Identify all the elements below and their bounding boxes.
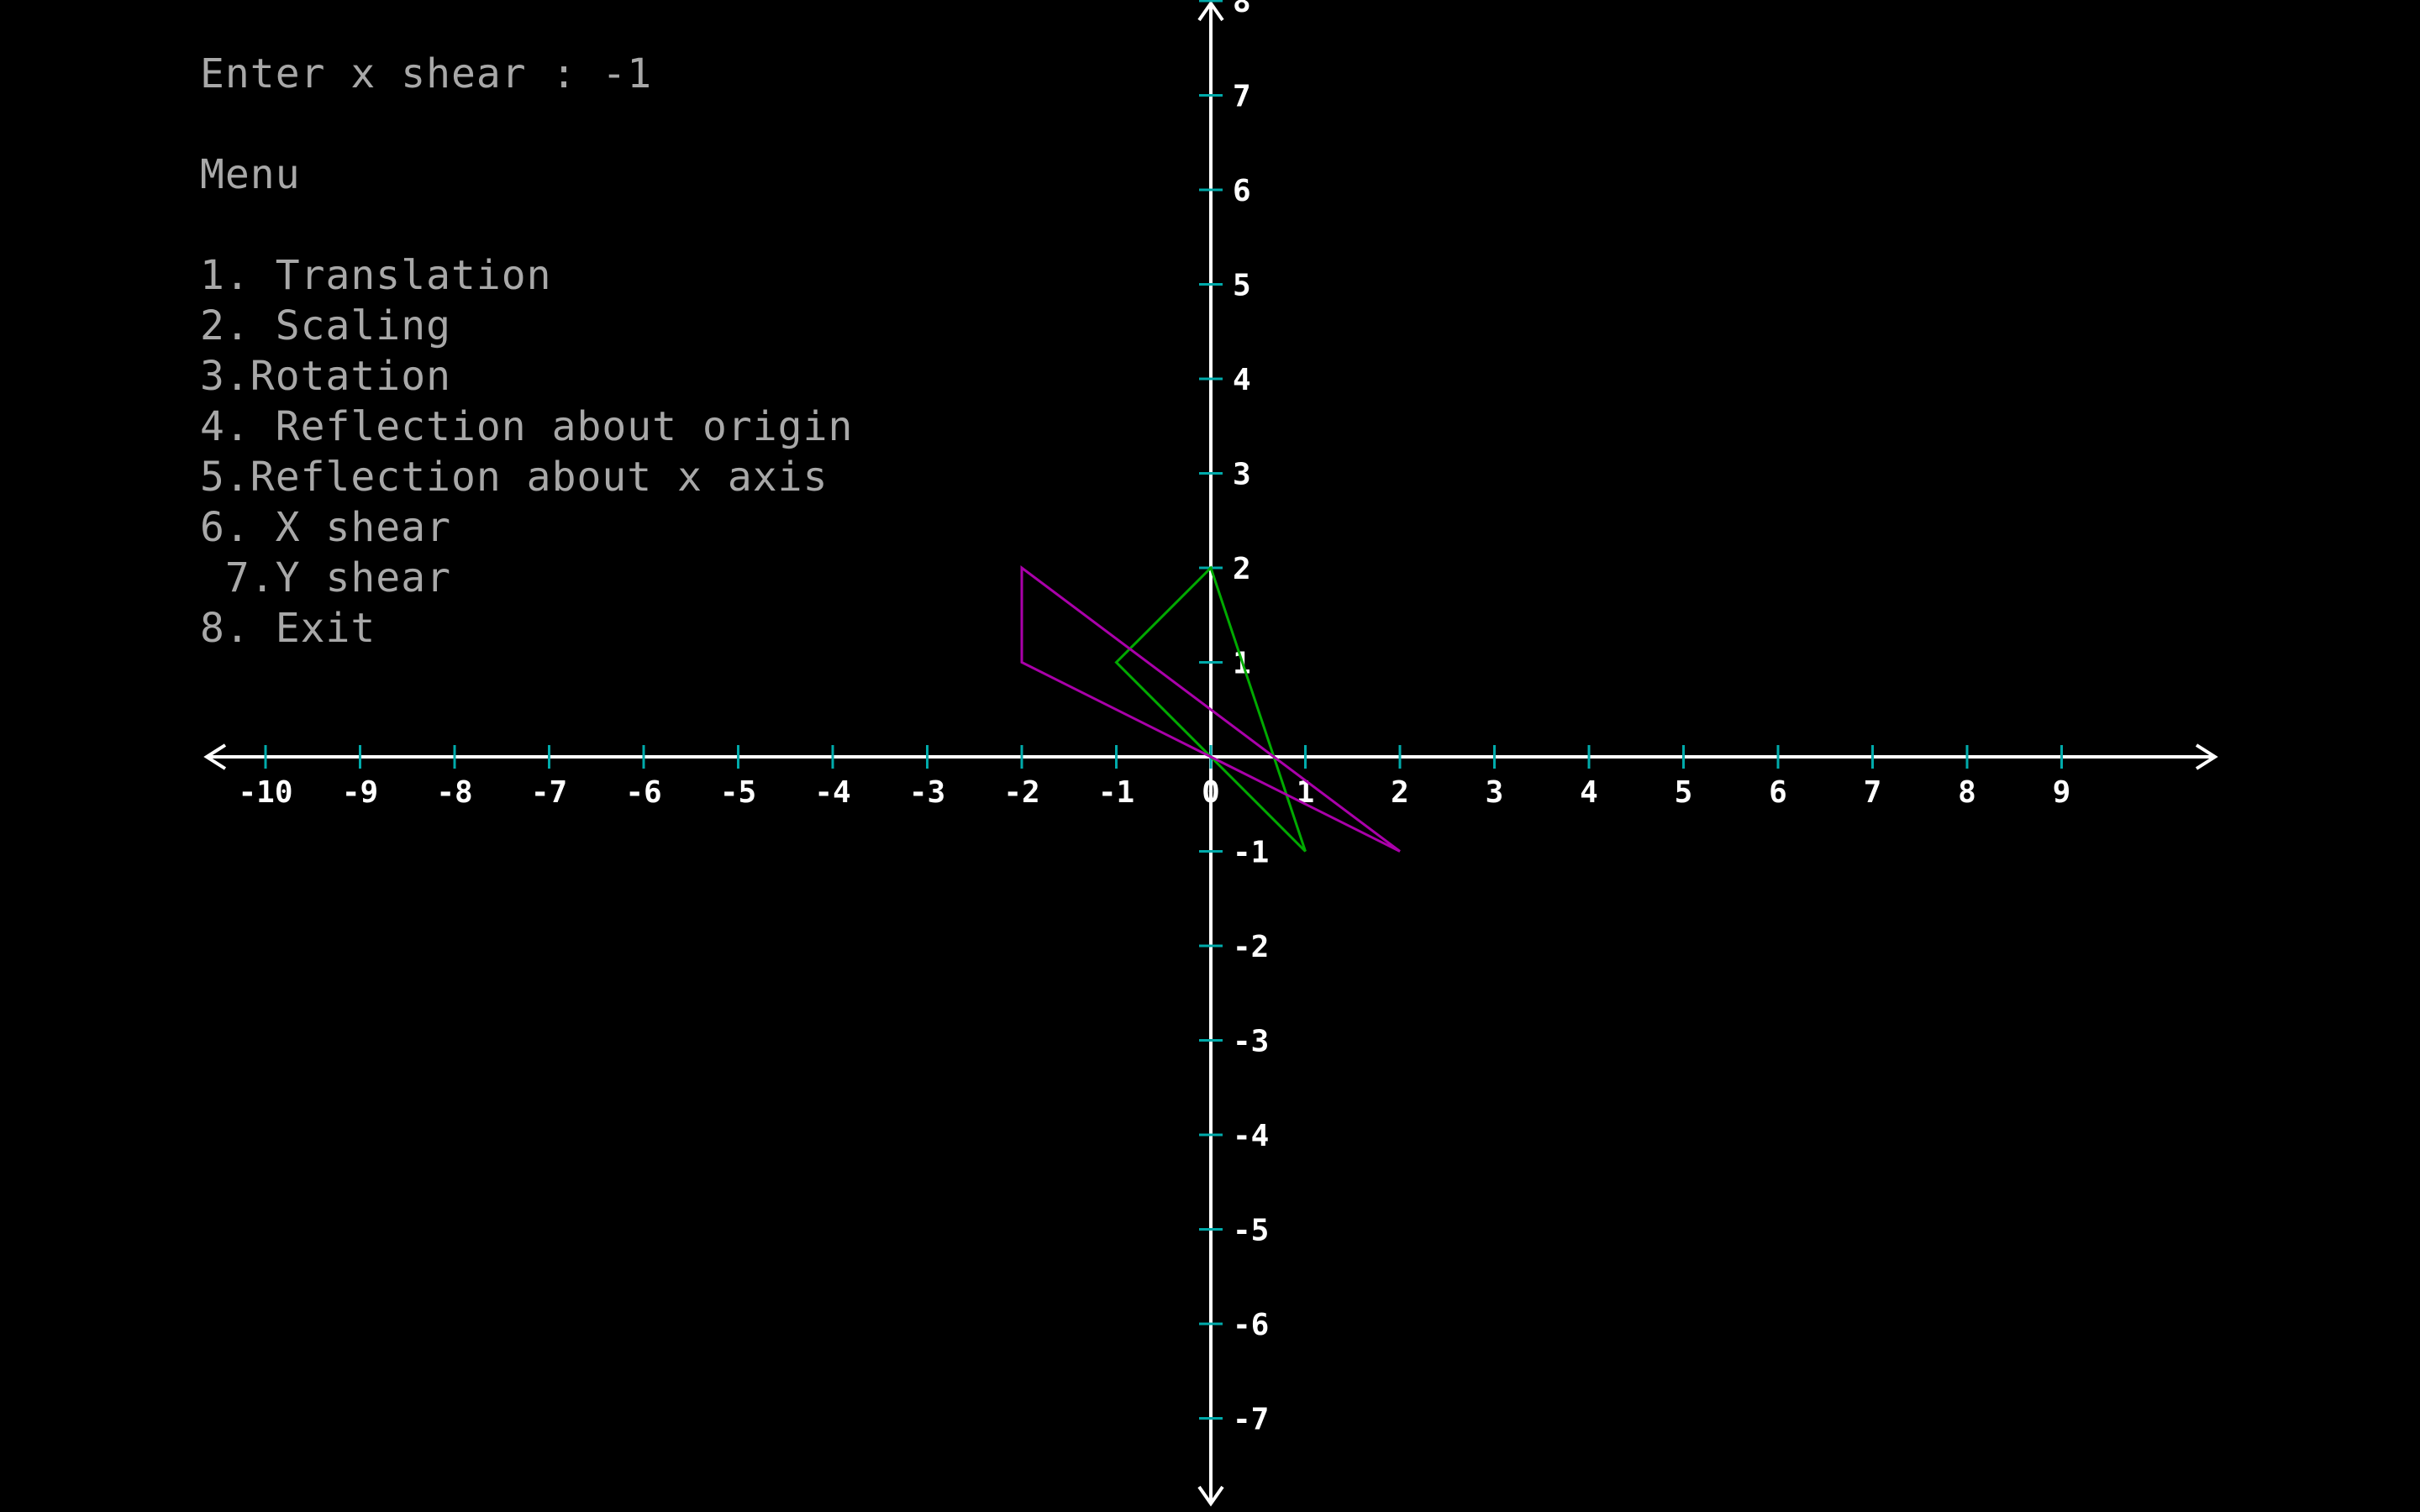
x-tick-label: 8 xyxy=(1958,775,1976,810)
y-tick-label: 4 xyxy=(1233,363,1251,397)
y-tick-label: -3 xyxy=(1233,1025,1269,1059)
y-tick-label: -7 xyxy=(1233,1403,1269,1437)
y-tick-label: -5 xyxy=(1233,1214,1269,1248)
x-tick-label: 0 xyxy=(1202,775,1220,810)
x-tick-label: -10 xyxy=(238,775,292,810)
menu-item-exit: 8. Exit xyxy=(200,605,376,652)
menu-item-scaling: 2. Scaling xyxy=(200,302,451,349)
y-tick-label: 5 xyxy=(1233,269,1251,303)
x-tick-label: -8 xyxy=(436,775,472,810)
x-tick-label: -6 xyxy=(625,775,661,810)
y-tick-label: 8 xyxy=(1233,0,1251,19)
x-tick-label: -5 xyxy=(720,775,756,810)
menu-item-translation: 1. Translation xyxy=(200,252,552,299)
y-tick-label: -1 xyxy=(1233,836,1269,870)
x-tick-label: 2 xyxy=(1391,775,1409,810)
y-tick-label: -6 xyxy=(1233,1308,1269,1342)
x-tick-label: -3 xyxy=(909,775,945,810)
x-tick-label: 6 xyxy=(1769,775,1787,810)
x-tick-label: 9 xyxy=(2053,775,2071,810)
y-tick-label: 3 xyxy=(1233,458,1251,492)
coordinate-plot: -10 -9 -8 -7 -6 -5 -4 -3 -2 -1 0 1 2 3 4 5 6 7 8 987654321-… xyxy=(203,0,2218,1507)
y-tick-label: 2 xyxy=(1233,552,1251,586)
x-tick-label: 3 xyxy=(1486,775,1504,810)
x-shear-prompt: Enter x shear : -1 xyxy=(200,50,653,97)
y-tick-label: 7 xyxy=(1233,80,1251,114)
x-tick-label: -4 xyxy=(814,775,850,810)
menu-item-y-shear: 7.Y shear xyxy=(200,554,451,601)
y-tick-label: 6 xyxy=(1233,174,1251,208)
menu-title: Menu xyxy=(200,151,301,198)
y-tick-label: -4 xyxy=(1233,1119,1269,1153)
menu-item-reflection-origin: 4. Reflection about origin xyxy=(200,403,854,450)
menu-item-rotation: 3.Rotation xyxy=(200,353,451,400)
dos-graphics-screen: -10 -9 -8 -7 -6 -5 -4 -3 -2 -1 0 1 2 3 4 5 6 7 8 9 8 7 6 5 4 3 2 1-… xyxy=(0,0,2420,1512)
x-tick-label: 4 xyxy=(1580,775,1598,810)
x-tick-label: 7 xyxy=(1864,775,1882,810)
x-tick-label: 5 xyxy=(1675,775,1693,810)
x-tick-label: -7 xyxy=(531,775,567,810)
x-tick-label: -9 xyxy=(342,775,378,810)
x-tick-label: -1 xyxy=(1098,775,1134,810)
menu-item-x-shear: 6. X shear xyxy=(200,504,451,551)
x-tick-label: -2 xyxy=(1003,775,1039,810)
menu-item-reflection-x-axis: 5.Reflection about x axis xyxy=(200,454,829,501)
y-tick-label: -2 xyxy=(1233,930,1269,964)
